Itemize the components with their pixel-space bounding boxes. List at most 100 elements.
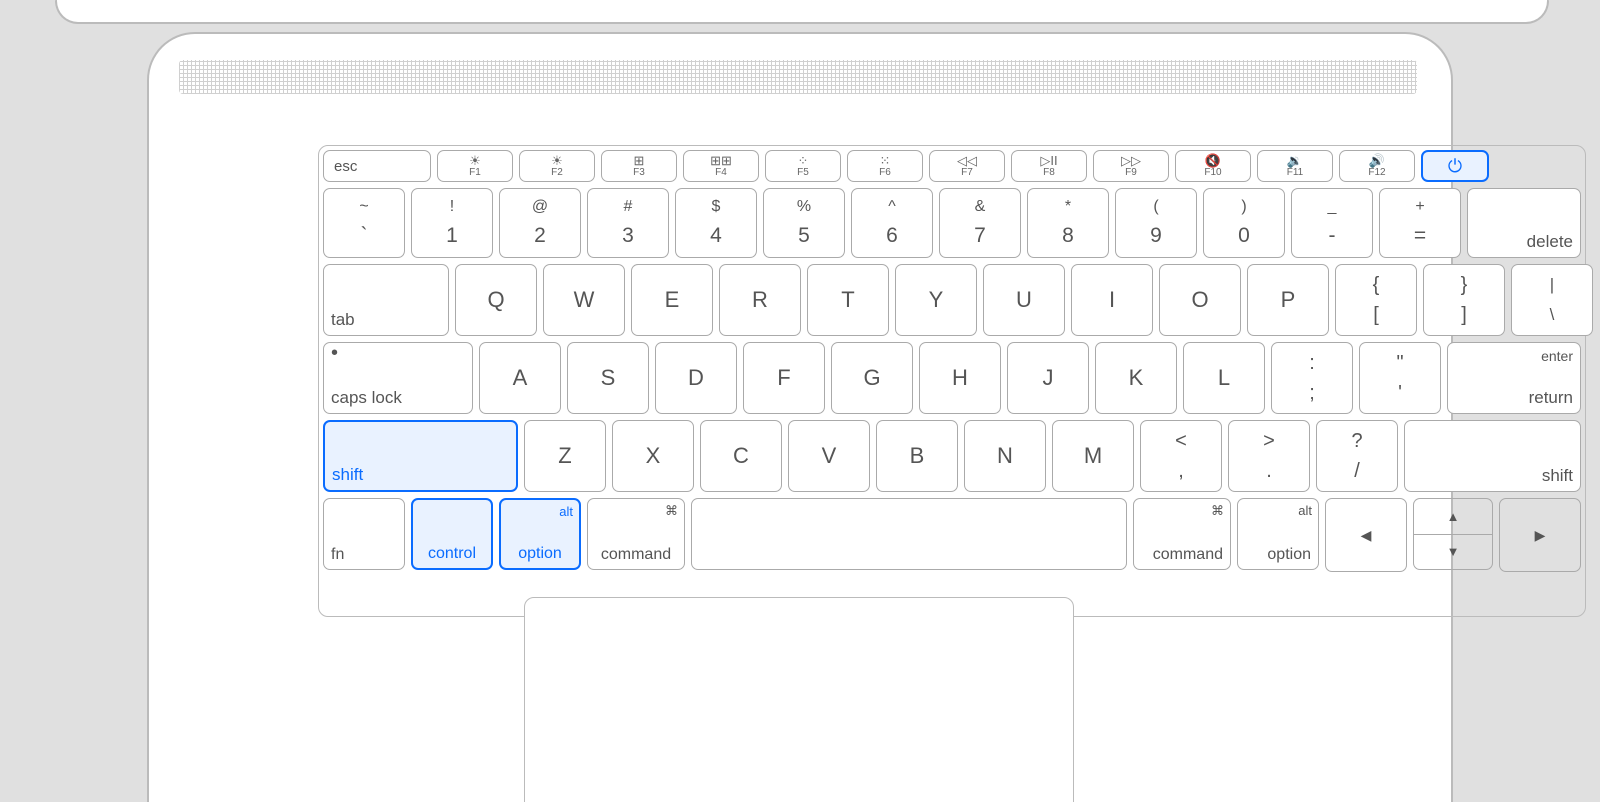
key-backtick[interactable]: ~` bbox=[323, 188, 405, 258]
key-return[interactable]: enterreturn bbox=[1447, 342, 1581, 414]
fn-icon: ▷II bbox=[1040, 154, 1057, 166]
number-row: ~`!1@2#3$4%5^6&7*8(9)0_-+=delete bbox=[323, 188, 1581, 258]
key-d[interactable]: D bbox=[655, 342, 737, 414]
key-3[interactable]: #3 bbox=[587, 188, 669, 258]
fn-icon: ☀ bbox=[469, 154, 481, 166]
key-s[interactable]: S bbox=[567, 342, 649, 414]
key-period[interactable]: >. bbox=[1228, 420, 1310, 492]
key-r[interactable]: R bbox=[719, 264, 801, 336]
key-bracket-right[interactable]: }] bbox=[1423, 264, 1505, 336]
key-space[interactable] bbox=[691, 498, 1127, 570]
key-w[interactable]: W bbox=[543, 264, 625, 336]
key-i[interactable]: I bbox=[1071, 264, 1153, 336]
key-esc[interactable]: esc bbox=[323, 150, 431, 182]
key-h[interactable]: H bbox=[919, 342, 1001, 414]
key-7[interactable]: &7 bbox=[939, 188, 1021, 258]
key-f2[interactable]: ☀F2 bbox=[519, 150, 595, 182]
key-f1[interactable]: ☀F1 bbox=[437, 150, 513, 182]
fn-icon: ⊞ bbox=[634, 154, 645, 166]
key-quote[interactable]: "' bbox=[1359, 342, 1441, 414]
arrow-cluster: ◀▲▼▶ bbox=[1325, 498, 1581, 572]
key-arrow-up[interactable]: ▲ bbox=[1413, 498, 1493, 534]
fn-icon: ☀ bbox=[551, 154, 563, 166]
key-n[interactable]: N bbox=[964, 420, 1046, 492]
key-comma[interactable]: <, bbox=[1140, 420, 1222, 492]
key-m[interactable]: M bbox=[1052, 420, 1134, 492]
key-5[interactable]: %5 bbox=[763, 188, 845, 258]
key-shift-left[interactable]: shift bbox=[323, 420, 518, 492]
fn-icon: ⁙ bbox=[880, 154, 891, 166]
key-o[interactable]: O bbox=[1159, 264, 1241, 336]
key-f6[interactable]: ⁙F6 bbox=[847, 150, 923, 182]
key-bracket-left[interactable]: {[ bbox=[1335, 264, 1417, 336]
key-l[interactable]: L bbox=[1183, 342, 1265, 414]
key-f12[interactable]: 🔊F12 bbox=[1339, 150, 1415, 182]
key-y[interactable]: Y bbox=[895, 264, 977, 336]
key-arrow-down[interactable]: ▼ bbox=[1413, 534, 1493, 571]
key-p[interactable]: P bbox=[1247, 264, 1329, 336]
fn-icon: ◁◁ bbox=[957, 154, 977, 166]
key-k[interactable]: K bbox=[1095, 342, 1177, 414]
key-f4[interactable]: ⊞⊞F4 bbox=[683, 150, 759, 182]
key-z[interactable]: Z bbox=[524, 420, 606, 492]
key-v[interactable]: V bbox=[788, 420, 870, 492]
fn-icon: ▷▷ bbox=[1121, 154, 1141, 166]
key-arrow-left[interactable]: ◀ bbox=[1325, 498, 1407, 572]
fn-icon: 🔇 bbox=[1205, 154, 1221, 166]
key-q[interactable]: Q bbox=[455, 264, 537, 336]
key-4[interactable]: $4 bbox=[675, 188, 757, 258]
key-command-left[interactable]: ⌘command bbox=[587, 498, 685, 570]
fn-icon: ⊞⊞ bbox=[710, 154, 732, 166]
key-backslash[interactable]: |\ bbox=[1511, 264, 1593, 336]
key-power[interactable]: ⏻ bbox=[1421, 150, 1489, 182]
shift-row: shiftZXCVBNM<,>.?/shift bbox=[323, 420, 1581, 492]
key-f9[interactable]: ▷▷F9 bbox=[1093, 150, 1169, 182]
key-6[interactable]: ^6 bbox=[851, 188, 933, 258]
key-slash[interactable]: ?/ bbox=[1316, 420, 1398, 492]
fn-icon: 🔊 bbox=[1369, 154, 1385, 166]
key-command-right[interactable]: ⌘command bbox=[1133, 498, 1231, 570]
key-1[interactable]: !1 bbox=[411, 188, 493, 258]
key-c[interactable]: C bbox=[700, 420, 782, 492]
key-f[interactable]: F bbox=[743, 342, 825, 414]
key-control-left[interactable]: control bbox=[411, 498, 493, 570]
key-e[interactable]: E bbox=[631, 264, 713, 336]
key-semicolon[interactable]: :; bbox=[1271, 342, 1353, 414]
laptop-lid-edge bbox=[55, 0, 1549, 24]
key-f11[interactable]: 🔉F11 bbox=[1257, 150, 1333, 182]
fn-icon: 🔉 bbox=[1287, 154, 1303, 166]
key-arrow-right[interactable]: ▶ bbox=[1499, 498, 1581, 572]
key-capslock[interactable]: •caps lock bbox=[323, 342, 473, 414]
power-icon: ⏻ bbox=[1448, 157, 1462, 175]
key-f5[interactable]: ⁘F5 bbox=[765, 150, 841, 182]
key-0[interactable]: )0 bbox=[1203, 188, 1285, 258]
key-=[interactable]: += bbox=[1379, 188, 1461, 258]
key-j[interactable]: J bbox=[1007, 342, 1089, 414]
key-t[interactable]: T bbox=[807, 264, 889, 336]
key-f7[interactable]: ◁◁F7 bbox=[929, 150, 1005, 182]
function-row: esc☀F1☀F2⊞F3⊞⊞F4⁘F5⁙F6◁◁F7▷IIF8▷▷F9🔇F10🔉… bbox=[323, 150, 1581, 182]
key-a[interactable]: A bbox=[479, 342, 561, 414]
key-delete[interactable]: delete bbox=[1467, 188, 1581, 258]
key-shift-right[interactable]: shift bbox=[1404, 420, 1581, 492]
key-f8[interactable]: ▷IIF8 bbox=[1011, 150, 1087, 182]
key-u[interactable]: U bbox=[983, 264, 1065, 336]
key-x[interactable]: X bbox=[612, 420, 694, 492]
key-option-left[interactable]: altoption bbox=[499, 498, 581, 570]
speaker-grille bbox=[179, 60, 1417, 94]
fn-icon: ⁘ bbox=[798, 154, 809, 166]
qwerty-row: tabQWERTYUIOP{[}]|\ bbox=[323, 264, 1581, 336]
key-2[interactable]: @2 bbox=[499, 188, 581, 258]
key--[interactable]: _- bbox=[1291, 188, 1373, 258]
key-f3[interactable]: ⊞F3 bbox=[601, 150, 677, 182]
key-f10[interactable]: 🔇F10 bbox=[1175, 150, 1251, 182]
key-option-right[interactable]: altoption bbox=[1237, 498, 1319, 570]
trackpad[interactable] bbox=[524, 597, 1074, 802]
key-b[interactable]: B bbox=[876, 420, 958, 492]
key-g[interactable]: G bbox=[831, 342, 913, 414]
key-tab[interactable]: tab bbox=[323, 264, 449, 336]
modifier-row: fncontrolaltoption⌘command⌘commandaltopt… bbox=[323, 498, 1581, 572]
key-8[interactable]: *8 bbox=[1027, 188, 1109, 258]
key-fn[interactable]: fn bbox=[323, 498, 405, 570]
key-9[interactable]: (9 bbox=[1115, 188, 1197, 258]
